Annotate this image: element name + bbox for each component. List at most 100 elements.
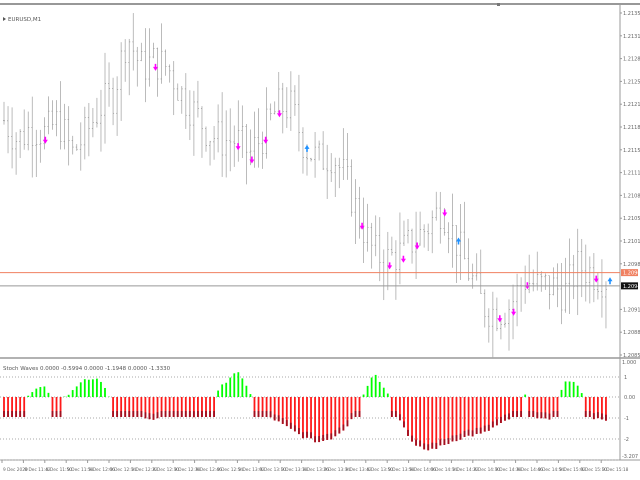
histogram-bar-tail	[59, 411, 62, 417]
histogram-bar-tail	[209, 411, 211, 417]
histogram-bar-positive	[370, 377, 373, 397]
histogram-bar-tail	[504, 414, 506, 421]
histogram-bar-tail	[116, 411, 119, 417]
histogram-bar-positive	[382, 387, 385, 397]
histogram-bar-tail	[354, 411, 357, 417]
histogram-bar-positive	[524, 394, 527, 397]
histogram-bar-tail	[326, 433, 329, 440]
histogram-bar-positive	[225, 382, 228, 397]
price-label: 1.2135	[623, 11, 640, 17]
histogram-bar-tail	[128, 411, 131, 417]
histogram-bar-tail	[188, 411, 191, 417]
histogram-bar-tail	[180, 411, 183, 417]
histogram-bar-tail	[293, 425, 296, 432]
histogram-bar-positive	[35, 388, 38, 397]
time-label: 9 Dec 15:18	[602, 467, 628, 473]
histogram-bar-tail	[588, 411, 591, 417]
histogram-bar-tail	[7, 411, 9, 417]
histogram-bar-tail	[584, 411, 587, 417]
histogram-bar-tail	[411, 435, 413, 442]
histogram-bar-tail	[310, 432, 312, 439]
histogram-bar-positive	[43, 386, 46, 397]
histogram-bar-negative	[322, 397, 325, 441]
histogram-bar-positive	[249, 394, 252, 397]
histogram-bar-tail	[302, 432, 304, 439]
histogram-bar-tail	[390, 411, 393, 417]
level-label: -2	[624, 437, 629, 443]
histogram-bar-tail	[431, 442, 434, 449]
price-label: 1.2131	[623, 34, 640, 40]
histogram-bar-positive	[71, 390, 74, 397]
histogram-bar-tail	[491, 421, 494, 428]
histogram-bar-tail	[399, 414, 401, 421]
histogram-bar-positive	[104, 387, 106, 397]
price-label: 1.2121	[623, 102, 640, 108]
histogram-bar-positive	[79, 382, 82, 397]
histogram-bar-tail	[596, 412, 599, 419]
histogram-bar-negative	[411, 397, 413, 442]
histogram-bar-tail	[346, 420, 349, 427]
histogram-bar-tail	[548, 413, 551, 420]
histogram-bar-positive	[378, 381, 381, 397]
scroll-marker-icon[interactable]	[497, 3, 500, 6]
histogram-bar-tail	[500, 416, 502, 423]
histogram-bar-negative	[326, 397, 329, 440]
trading-chart[interactable]: EURUSD,M1 Stoch Waves 0.0000 -0.5994 0.0…	[0, 0, 640, 480]
histogram-bar-tail	[508, 413, 510, 420]
histogram-bar-positive	[374, 374, 377, 397]
histogram-bar-tail	[11, 411, 13, 417]
price-label: 1.2111	[623, 171, 640, 177]
histogram-bar-negative	[314, 397, 316, 443]
histogram-bar-positive	[67, 394, 70, 397]
histogram-bar-tail	[213, 411, 215, 417]
histogram-bar-negative	[419, 397, 422, 447]
histogram-bar-positive	[241, 378, 244, 397]
histogram-bar-tail	[544, 412, 547, 419]
histogram-bar-tail	[443, 438, 446, 445]
histogram-bar-tail	[281, 417, 284, 424]
histogram-bar-tail	[423, 443, 426, 450]
level-label: -1	[624, 416, 629, 422]
histogram-bar-positive	[39, 387, 42, 397]
histogram-bar-positive	[96, 378, 98, 397]
histogram-bar-tail	[483, 425, 486, 432]
histogram-bar-tail	[487, 424, 490, 431]
histogram-bar-tail	[318, 436, 321, 443]
histogram-bar-tail	[19, 411, 22, 417]
histogram-bar-tail	[447, 438, 450, 445]
chart-title: EURUSD,M1	[8, 17, 41, 23]
histogram-bar-tail	[556, 411, 559, 417]
histogram-bar-tail	[132, 411, 135, 417]
histogram-bar-positive	[580, 393, 583, 397]
histogram-bar-tail	[601, 413, 603, 420]
histogram-bar-tail	[520, 411, 523, 417]
histogram-bar-positive	[237, 372, 240, 397]
histogram-bar-positive	[233, 373, 236, 397]
histogram-bar-tail	[306, 431, 308, 438]
histogram-bar-negative	[451, 397, 454, 442]
histogram-bar-tail	[342, 424, 345, 431]
histogram-bar-positive	[564, 381, 567, 397]
histogram-bar-tail	[257, 411, 260, 417]
histogram-bar-tail	[330, 433, 333, 440]
histogram-bar-negative	[415, 397, 417, 446]
histogram-bar-tail	[172, 411, 175, 417]
histogram-bar-tail	[112, 411, 114, 417]
histogram-bar-tail	[168, 411, 171, 417]
histogram-bar-positive	[221, 384, 224, 397]
histogram-bar-tail	[23, 411, 26, 417]
histogram-bar-negative	[443, 397, 446, 445]
histogram-bar-tail	[451, 435, 454, 442]
histogram-bar-tail	[605, 414, 607, 421]
indicator-title: Stoch Waves 0.0000 -0.5994 0.0000 -1.194…	[3, 366, 171, 372]
histogram-bar-positive	[100, 381, 102, 397]
histogram-bar-tail	[273, 414, 276, 421]
price-label: 1.2115	[623, 148, 640, 154]
histogram-bar-tail	[285, 420, 288, 427]
histogram-bar-tail	[136, 411, 139, 417]
histogram-bar-tail	[269, 411, 272, 418]
histogram-bar-negative	[447, 397, 450, 445]
histogram-bar-tail	[495, 419, 498, 426]
histogram-bar-tail	[261, 411, 264, 417]
histogram-bar-positive	[576, 385, 579, 397]
